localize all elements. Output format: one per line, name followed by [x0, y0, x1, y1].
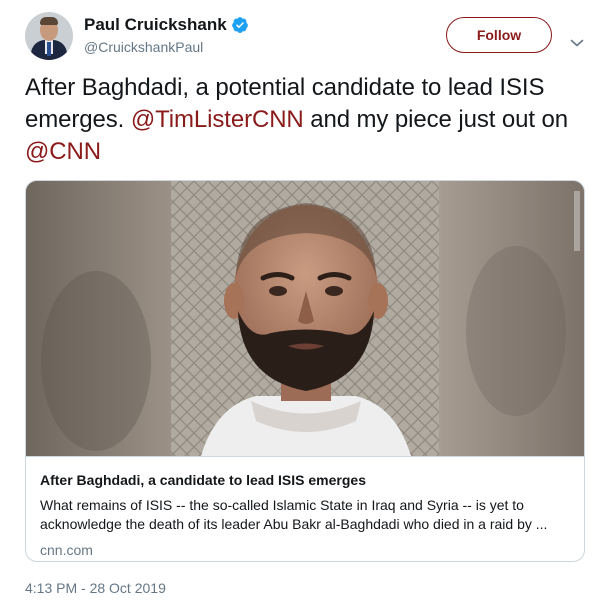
- tweet-text: After Baghdadi, a potential candidate to…: [25, 72, 585, 168]
- mention-link-cnn[interactable]: @CNN: [25, 138, 101, 165]
- tweet-timestamp[interactable]: 4:13 PM - 28 Oct 2019: [25, 580, 166, 596]
- card-domain: cnn.com: [40, 542, 570, 558]
- mention-link-timlistercnn[interactable]: @TimListerCNN: [131, 106, 304, 133]
- card-domain-text: cnn.com: [40, 542, 93, 558]
- link-preview-card[interactable]: After Baghdadi, a candidate to lead ISIS…: [25, 180, 585, 562]
- card-description: What remains of ISIS -- the so-called Is…: [40, 497, 548, 532]
- follow-button[interactable]: Follow: [446, 17, 552, 53]
- card-body[interactable]: After Baghdadi, a candidate to lead ISIS…: [26, 456, 584, 561]
- chevron-down-icon[interactable]: [570, 35, 584, 47]
- user-handle[interactable]: @CruickshankPaul: [84, 39, 203, 55]
- tweet-text-part: and my piece just out on: [303, 106, 568, 133]
- card-title[interactable]: After Baghdadi, a candidate to lead ISIS…: [40, 471, 570, 489]
- avatar[interactable]: [25, 12, 73, 60]
- name-row[interactable]: Paul Cruickshank: [84, 15, 249, 35]
- display-name[interactable]: Paul Cruickshank: [84, 15, 227, 35]
- tweet-header: Paul Cruickshank @CruickshankPaul Follow: [25, 12, 585, 62]
- verified-badge-icon: [231, 16, 249, 34]
- card-image[interactable]: [26, 181, 584, 456]
